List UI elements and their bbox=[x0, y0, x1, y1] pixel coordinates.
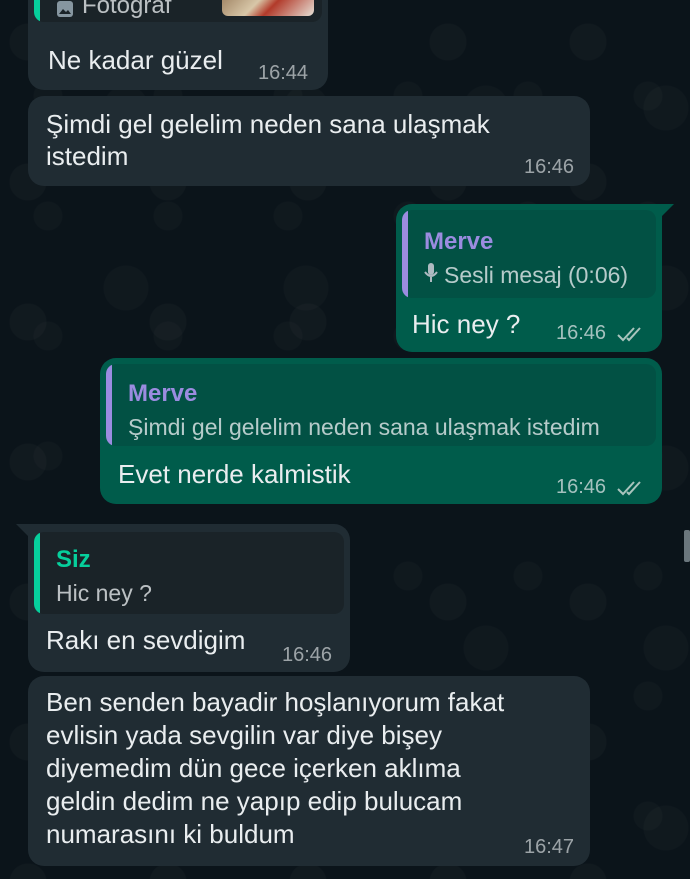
quote-bar bbox=[402, 210, 408, 298]
bubble-tail bbox=[660, 204, 674, 218]
message-time: 16:47 bbox=[524, 836, 575, 858]
quoted-voice-message[interactable]: Merve Sesli mesaj (0:06) bbox=[402, 210, 656, 298]
quoted-photo[interactable]: Fotoğraf bbox=[34, 0, 322, 22]
quoted-text: Sesli mesaj (0:06) bbox=[444, 262, 629, 288]
message-text: Evet nerde kalmistik bbox=[118, 459, 351, 489]
outgoing-message-reply[interactable]: Merve Sesli mesaj (0:06) Hic ney ? 16:46 bbox=[396, 204, 662, 352]
message-text-line-1: Ben senden bayadir hoşlanıyorum fakat bbox=[46, 687, 505, 717]
message-text: Hic ney ? bbox=[412, 309, 521, 339]
message-text: Rakı en sevdigim bbox=[46, 625, 246, 655]
quote-bar bbox=[34, 0, 40, 22]
message-text-line-2: evlisin yada sevgilin var diye bişey bbox=[46, 720, 442, 750]
photo-thumbnail[interactable] bbox=[222, 0, 314, 16]
message-time: 16:46 bbox=[524, 156, 575, 178]
incoming-message-photo-reply[interactable]: Fotoğraf Ne kadar güzel 16:44 bbox=[28, 0, 328, 90]
message-text-line-2: istedim bbox=[46, 141, 129, 171]
quoted-text: Hic ney ? bbox=[56, 580, 152, 606]
quoted-message[interactable]: Siz Hic ney ? bbox=[34, 532, 344, 614]
message-text-line-4: geldin dedim ne yapıp edip bulucam bbox=[46, 786, 463, 816]
message-text: Ne kadar güzel bbox=[48, 45, 223, 75]
mic-icon bbox=[424, 262, 438, 289]
message-text-line-3: diyemedim dün gece içerken aklıma bbox=[46, 753, 461, 783]
quoted-message[interactable]: Merve Şimdi gel gelelim neden sana ulaşm… bbox=[106, 364, 656, 446]
incoming-message[interactable]: Ben senden bayadir hoşlanıyorum fakat ev… bbox=[28, 676, 590, 866]
quoted-caption: Fotoğraf bbox=[82, 0, 172, 19]
quote-bar bbox=[34, 532, 40, 614]
quoted-text: Şimdi gel gelelim neden sana ulaşmak ist… bbox=[128, 414, 600, 440]
message-time: 16:46 bbox=[282, 644, 333, 666]
outgoing-message-reply[interactable]: Merve Şimdi gel gelelim neden sana ulaşm… bbox=[100, 358, 662, 504]
double-check-icon bbox=[616, 478, 646, 498]
quote-bar bbox=[106, 364, 112, 446]
photo-icon bbox=[56, 0, 74, 22]
quote-author: Merve bbox=[128, 380, 198, 407]
message-time: 16:44 bbox=[258, 62, 309, 84]
quote-author: Siz bbox=[56, 546, 91, 573]
message-text-line-1: Şimdi gel gelelim neden sana ulaşmak bbox=[46, 109, 490, 139]
message-text-line-5: numarasını ki buldum bbox=[46, 819, 295, 849]
quote-author: Merve bbox=[424, 228, 494, 255]
double-check-icon bbox=[616, 324, 646, 344]
scrollbar-thumb[interactable] bbox=[684, 530, 690, 562]
message-time: 16:46 bbox=[556, 322, 607, 344]
incoming-message-reply[interactable]: Siz Hic ney ? Rakı en sevdigim 16:46 bbox=[28, 524, 350, 672]
incoming-message[interactable]: Şimdi gel gelelim neden sana ulaşmak ist… bbox=[28, 96, 590, 186]
message-time: 16:46 bbox=[556, 476, 607, 498]
